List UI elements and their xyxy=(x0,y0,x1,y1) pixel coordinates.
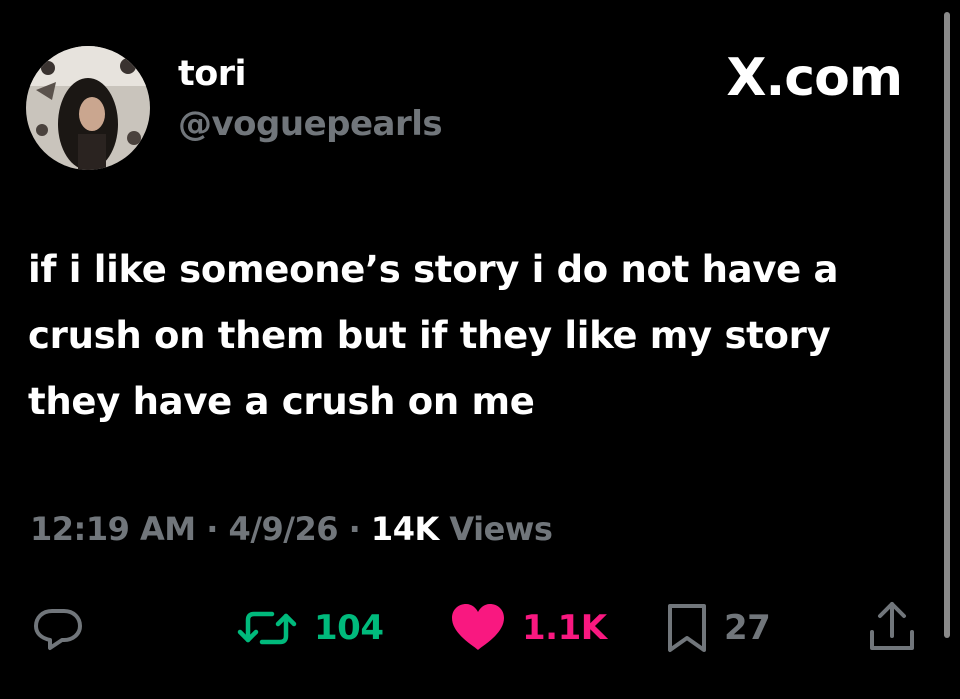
reply-button[interactable] xyxy=(28,598,88,658)
views-label: Views xyxy=(449,510,553,548)
retweet-count: 104 xyxy=(314,608,384,648)
like-button[interactable]: 1.1K xyxy=(446,598,607,658)
heart-filled-icon xyxy=(452,604,504,650)
share-icon xyxy=(870,602,914,650)
share-button[interactable] xyxy=(862,598,922,658)
bookmark-button[interactable]: 27 xyxy=(662,598,771,658)
meta-separator: · xyxy=(348,510,361,548)
meta-separator: · xyxy=(206,510,218,548)
tweet-date[interactable]: 4/9/26 xyxy=(229,510,339,548)
display-name[interactable]: tori xyxy=(178,52,247,96)
bookmark-count: 27 xyxy=(724,608,771,648)
user-handle[interactable]: @voguepearls xyxy=(178,102,443,146)
avatar[interactable] xyxy=(26,46,150,170)
action-bar: 104 1.1K 27 xyxy=(0,598,960,658)
tweet-text: if i like someone’s story i do not have … xyxy=(28,248,839,423)
like-count: 1.1K xyxy=(522,608,607,648)
views-count: 14K xyxy=(370,510,439,548)
tweet-meta: 12:19 AM · 4/9/26 · 14K Views xyxy=(30,507,553,551)
retweet-button[interactable]: 104 xyxy=(232,598,384,658)
reply-bubble-icon xyxy=(34,609,82,650)
bookmark-icon xyxy=(668,604,706,652)
tweet-time[interactable]: 12:19 AM xyxy=(30,510,196,548)
avatar-image xyxy=(26,46,150,170)
scrollbar[interactable] xyxy=(944,12,950,638)
x-logo: X.com xyxy=(726,48,903,108)
retweet-icon xyxy=(237,611,297,645)
